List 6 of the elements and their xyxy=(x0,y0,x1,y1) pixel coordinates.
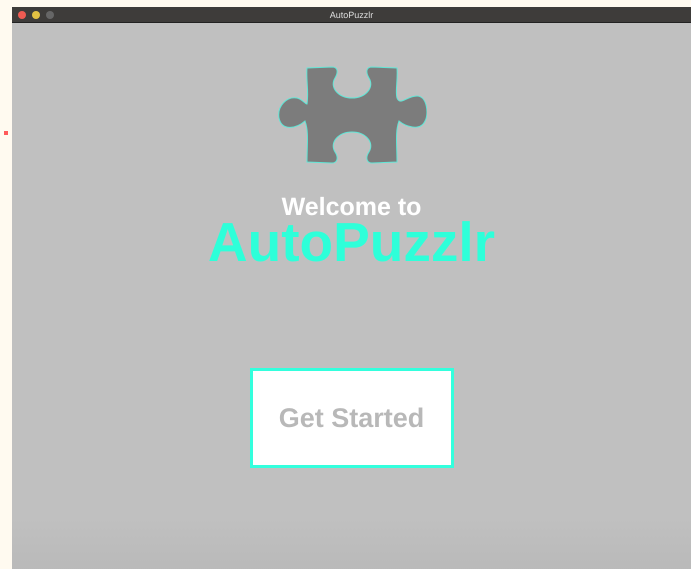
window-title: AutoPuzzlr xyxy=(330,10,374,20)
puzzle-piece-icon xyxy=(276,66,426,164)
zoom-icon[interactable] xyxy=(46,10,54,18)
close-icon[interactable] xyxy=(18,10,26,18)
minimize-icon[interactable] xyxy=(32,10,40,18)
get-started-button[interactable]: Get Started xyxy=(250,368,454,468)
